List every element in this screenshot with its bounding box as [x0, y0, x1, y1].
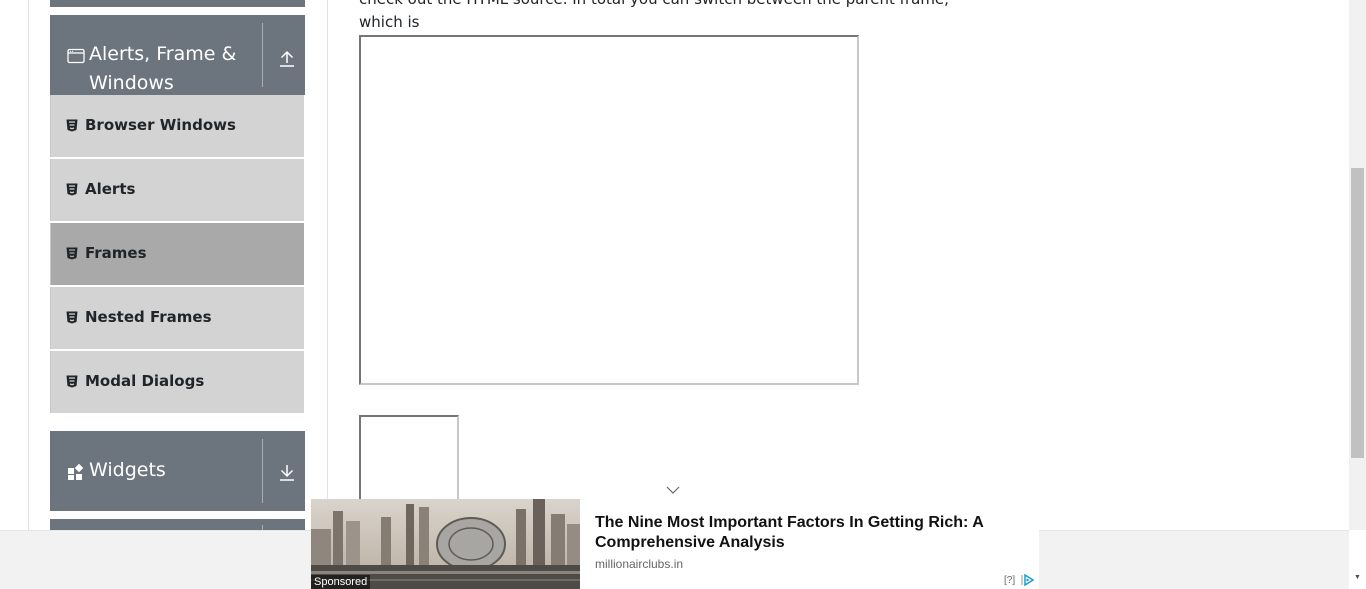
- menu-item-frames[interactable]: Frames: [50, 223, 304, 285]
- ad-domain[interactable]: millionairclubs.in: [595, 557, 683, 571]
- ad-help-link[interactable]: [?]: [1004, 575, 1015, 586]
- header-divider: [262, 439, 263, 503]
- group-title-line1: Alerts, Frame &: [89, 43, 237, 65]
- menu-item-browser-windows[interactable]: Browser Windows: [50, 95, 304, 157]
- widgets-icon: [68, 464, 83, 480]
- adchoices-icon[interactable]: [1021, 574, 1035, 586]
- menu-item-alerts[interactable]: Alerts: [50, 159, 304, 221]
- page-scrollbar[interactable]: [1349, 0, 1366, 530]
- left-column-border: [28, 0, 29, 530]
- html5-icon: [66, 311, 78, 324]
- chevron-down-icon[interactable]: [664, 484, 682, 496]
- html5-icon: [66, 247, 78, 260]
- html5-icon: [66, 119, 78, 132]
- menu-item-label: Browser Windows: [85, 116, 236, 134]
- menu-item-label: Nested Frames: [85, 308, 212, 326]
- group-title-widgets: Widgets: [89, 459, 166, 481]
- menu-item-modal-dialogs[interactable]: Modal Dialogs: [50, 351, 304, 413]
- sponsored-label: Sponsored: [311, 575, 371, 589]
- description-line1: check out the HTML source. In total you …: [359, 0, 949, 31]
- collapse-arrow-icon[interactable]: [278, 49, 296, 67]
- html5-icon: [66, 375, 78, 388]
- header-divider: [262, 23, 263, 87]
- group-title-alerts-frame-windows: Alerts, Frame & Windows: [89, 40, 236, 98]
- scroll-down-arrow-icon[interactable]: ▼: [1354, 574, 1361, 581]
- ad-banner[interactable]: Sponsored The Nine Most Important Factor…: [311, 499, 1039, 589]
- scrollbar-thumb[interactable]: [1351, 168, 1364, 458]
- menu-item-nested-frames[interactable]: Nested Frames: [50, 287, 304, 349]
- menu-item-label: Frames: [85, 244, 147, 262]
- frame1-iframe[interactable]: [359, 35, 859, 385]
- html5-icon: [66, 183, 78, 196]
- menu-item-label: Alerts: [85, 180, 136, 198]
- group-title-line2: Windows: [89, 72, 174, 94]
- next-group-header[interactable]: [50, 519, 305, 530]
- ad-image[interactable]: Sponsored: [311, 499, 580, 589]
- previous-group-header[interactable]: [50, 0, 305, 7]
- sidebar-right-border: [327, 0, 328, 530]
- window-icon: [67, 48, 85, 64]
- expand-arrow-icon[interactable]: [278, 464, 296, 482]
- group-header-widgets[interactable]: Widgets: [50, 431, 305, 511]
- menu-list: Browser Windows Alerts Frames Nested Fra…: [50, 95, 305, 415]
- menu-item-label: Modal Dialogs: [85, 372, 205, 390]
- ad-headline[interactable]: The Nine Most Important Factors In Getti…: [595, 513, 1015, 553]
- group-header-alerts-frame-windows[interactable]: Alerts, Frame & Windows: [50, 15, 305, 95]
